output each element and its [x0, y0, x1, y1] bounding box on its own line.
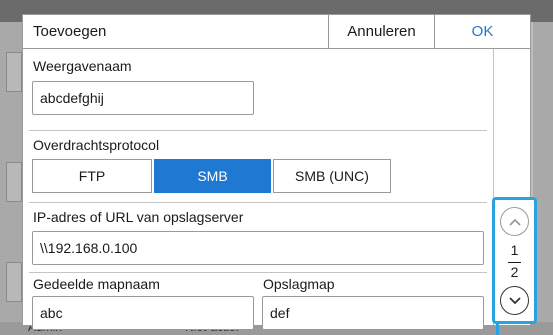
divider: [29, 130, 487, 131]
total-pages: 2: [510, 264, 519, 280]
server-address-label: IP-adres of URL van opslagserver: [33, 209, 244, 225]
chevron-down-icon: [508, 296, 521, 304]
page-up-button[interactable]: [500, 207, 529, 236]
background-tile: [6, 162, 22, 202]
protocol-smb-button[interactable]: SMB: [154, 159, 271, 193]
shared-folder-label: Gedeelde mapnaam: [33, 276, 160, 292]
server-address-field[interactable]: \\192.168.0.100: [32, 231, 484, 265]
current-page: 1: [510, 242, 519, 258]
form-content: Weergavenaam abcdefghij Overdrachtsproto…: [23, 49, 493, 330]
add-dialog: Toevoegen Annuleren OK Weergavenaam abcd…: [22, 14, 537, 330]
storage-folder-field[interactable]: def: [262, 296, 484, 330]
cancel-button[interactable]: Annuleren: [328, 15, 434, 48]
protocol-ftp-button[interactable]: FTP: [32, 159, 152, 193]
ok-button[interactable]: OK: [434, 15, 530, 48]
chevron-up-icon: [508, 218, 521, 226]
storage-folder-label: Opslagmap: [263, 276, 335, 292]
display-name-label: Weergavenaam: [33, 58, 132, 74]
divider: [29, 202, 487, 203]
divider: [29, 272, 487, 273]
dialog-titlebar: Toevoegen Annuleren OK: [23, 15, 530, 49]
dialog-title: Toevoegen: [33, 23, 107, 40]
background-tile: [6, 52, 22, 92]
background-tile: [6, 262, 22, 302]
page-down-button[interactable]: [500, 286, 529, 315]
page-fraction-line: [508, 262, 521, 263]
background-left-strip: [0, 22, 22, 322]
display-name-field[interactable]: abcdefghij: [32, 81, 254, 115]
highlight-pointer: [496, 322, 499, 335]
protocol-smb-unc-button[interactable]: SMB (UNC): [273, 159, 391, 193]
page-navigator: 1 2: [492, 197, 537, 324]
protocol-label: Overdrachtsprotocol: [33, 137, 160, 153]
shared-folder-field[interactable]: abc: [32, 296, 254, 330]
